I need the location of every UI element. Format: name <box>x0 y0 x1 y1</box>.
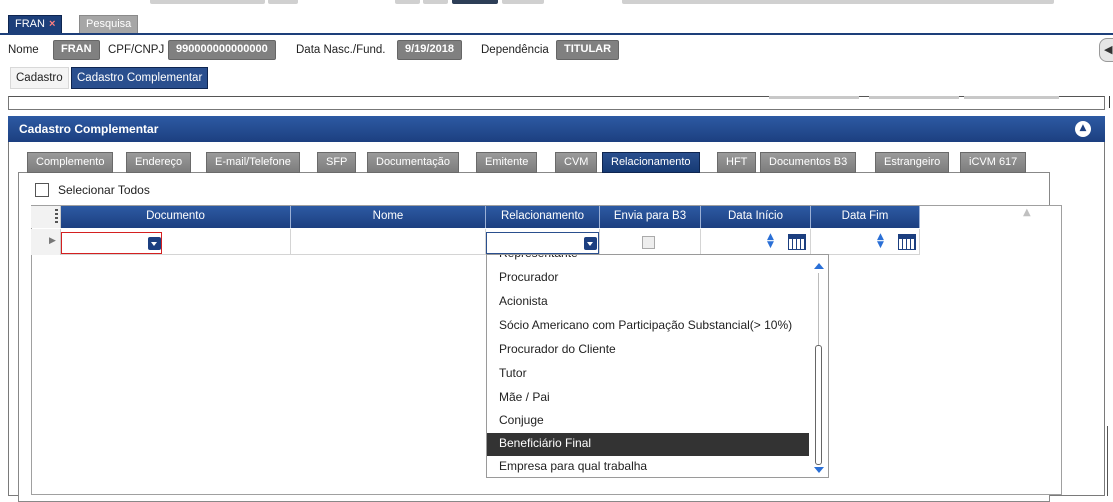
nome-value: FRAN <box>53 40 100 60</box>
tab-documentos-b3[interactable]: Documentos B3 <box>760 152 857 173</box>
tab-sfp[interactable]: SFP <box>317 152 357 173</box>
close-icon[interactable]: × <box>49 18 55 30</box>
calendar-icon[interactable] <box>788 234 806 250</box>
doc-tab-label: FRAN <box>15 18 45 30</box>
relacionamento-dropdown-list: Representante Procurador Acionista Sócio… <box>486 254 829 478</box>
cpf-value: 990000000000000 <box>168 40 276 60</box>
dropdown-option[interactable]: Procurador <box>487 267 809 290</box>
doc-tab-label: Pesquisa <box>86 18 132 30</box>
documento-select[interactable] <box>61 232 162 254</box>
scroll-up-icon[interactable]: ▲ <box>1023 207 1031 218</box>
date-spinner-icon[interactable]: ▲ ▼ <box>767 233 774 250</box>
subtab-cadastro[interactable]: Cadastro <box>10 67 69 89</box>
toolbar-fragment <box>622 0 1054 4</box>
tab-underline <box>0 33 1113 35</box>
panel-title: Cadastro Complementar <box>8 116 1105 142</box>
select-all-checkbox[interactable] <box>35 183 49 197</box>
dropdown-option[interactable]: Tutor <box>487 363 809 386</box>
dropdown-option[interactable]: Procurador do Cliente <box>487 339 809 362</box>
scroll-up-icon[interactable] <box>814 263 824 269</box>
side-panel-toggle[interactable]: ◀ <box>1099 38 1113 62</box>
toolbar-fragment <box>502 0 544 4</box>
scroll-down-icon[interactable] <box>814 467 824 473</box>
dependencia-label: Dependência <box>481 44 549 56</box>
doc-tab-fran[interactable]: FRAN × <box>8 15 63 34</box>
section-divider <box>8 96 1105 110</box>
doc-tab-pesquisa[interactable]: Pesquisa <box>79 15 139 34</box>
cpf-label: CPF/CNPJ <box>108 44 165 56</box>
tab-email-telefone[interactable]: E-mail/Telefone <box>206 152 300 173</box>
dropdown-option[interactable]: Sócio Americano com Participação Substan… <box>487 315 809 338</box>
dropdown-option[interactable]: Acionista <box>487 291 809 314</box>
tab-emitente[interactable]: Emitente <box>476 152 538 173</box>
dropdown-option[interactable]: Conjuge <box>487 410 809 433</box>
dropdown-option[interactable]: Mãe / Pai <box>487 387 809 410</box>
column-header-data-inicio[interactable]: Data Início <box>701 206 811 228</box>
toolbar-fragment <box>268 0 298 4</box>
data-nasc-label: Data Nasc./Fund. <box>296 44 386 56</box>
grid-row-header <box>31 206 61 228</box>
dependencia-value: TITULAR <box>556 40 620 60</box>
column-header-documento[interactable]: Documento <box>61 206 291 228</box>
column-header-nome[interactable]: Nome <box>291 206 486 228</box>
page-scrollbar[interactable] <box>1107 96 1113 496</box>
tab-endereco[interactable]: Endereço <box>126 152 192 173</box>
collapse-icon[interactable]: ▲ <box>1075 121 1091 137</box>
date-spinner-icon[interactable]: ▲ ▼ <box>877 233 884 250</box>
cell-nome[interactable] <box>291 229 486 255</box>
calendar-icon[interactable] <box>898 234 916 250</box>
dropdown-arrow-icon[interactable] <box>584 237 597 250</box>
column-header-relacionamento[interactable]: Relacionamento <box>486 206 600 228</box>
dropdown-scrollbar[interactable] <box>814 263 824 473</box>
arrow-left-icon: ◀ <box>1104 43 1113 56</box>
dropdown-arrow-icon[interactable] <box>148 237 161 250</box>
toolbar-fragment <box>150 0 265 4</box>
tab-icvm-617[interactable]: iCVM 617 <box>960 152 1027 173</box>
relacionamento-select[interactable] <box>486 232 599 254</box>
dropdown-option[interactable]: Empresa para qual trabalha <box>487 456 809 477</box>
dropdown-option[interactable]: Representante <box>487 255 809 266</box>
select-all-label: Selecionar Todos <box>58 183 150 197</box>
toolbar-fragment <box>423 0 448 4</box>
column-header-envia-b3[interactable]: Envia para B3 <box>600 206 701 228</box>
toolbar-fragment <box>452 0 498 4</box>
envia-b3-checkbox[interactable] <box>642 236 655 249</box>
row-pointer-icon: ▶ <box>49 236 56 246</box>
tab-documentacao[interactable]: Documentação <box>367 152 459 173</box>
tab-cvm[interactable]: CVM <box>555 152 598 173</box>
tab-relacionamento[interactable]: Relacionamento <box>602 152 700 173</box>
subtab-cadastro-complementar[interactable]: Cadastro Complementar <box>71 67 209 89</box>
tab-estrangeiro[interactable]: Estrangeiro <box>875 152 950 173</box>
scrollbar-thumb[interactable] <box>815 345 822 465</box>
dropdown-option-highlighted[interactable]: Beneficiário Final <box>487 433 809 456</box>
column-header-data-fim[interactable]: Data Fim <box>811 206 920 228</box>
tab-hft[interactable]: HFT <box>717 152 757 173</box>
data-nasc-value: 9/19/2018 <box>397 40 462 60</box>
tab-complemento[interactable]: Complemento <box>27 152 114 173</box>
column-drag-handle[interactable] <box>55 209 58 225</box>
row-indicator: ▶ <box>31 229 61 255</box>
nome-label: Nome <box>8 44 39 56</box>
toolbar-fragment <box>395 0 420 4</box>
